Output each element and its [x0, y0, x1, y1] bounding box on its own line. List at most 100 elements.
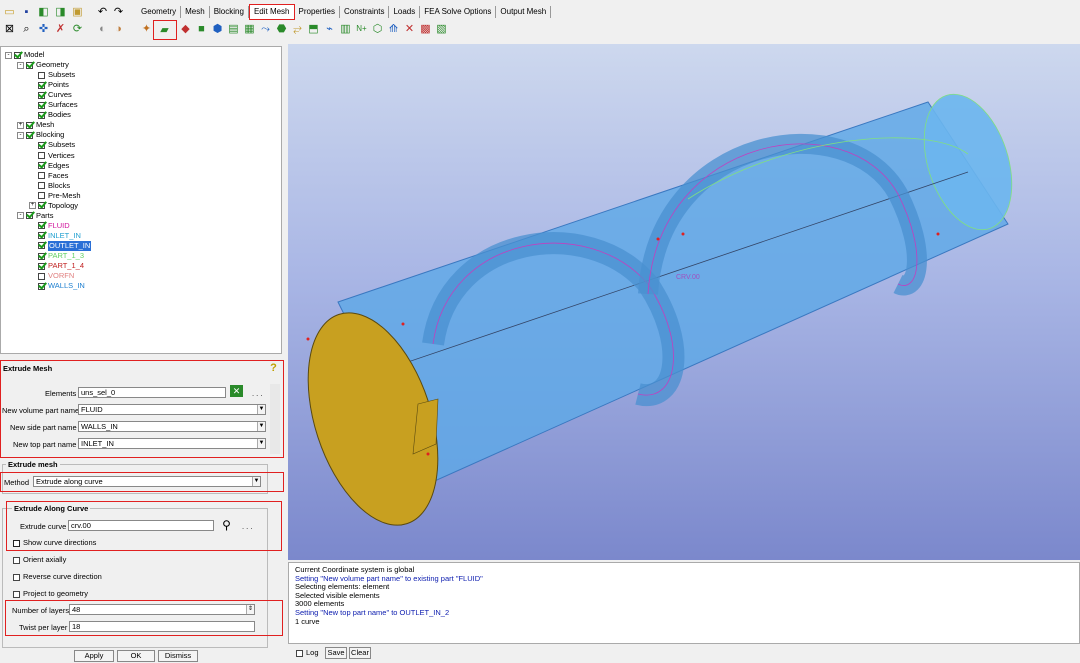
convert-icon[interactable]: ⬢	[210, 22, 225, 36]
renumber-icon[interactable]: ⬣	[274, 22, 289, 36]
tree-item[interactable]: Surfaces	[29, 100, 78, 110]
checkbox[interactable]	[38, 71, 45, 79]
redo-icon[interactable]: ↷	[111, 5, 126, 19]
checkbox[interactable]	[13, 573, 20, 581]
checkbox-checked[interactable]	[38, 111, 45, 119]
tree-item[interactable]: Subsets	[29, 140, 75, 150]
checkbox-checked[interactable]	[26, 212, 33, 220]
reorient-icon[interactable]: ▥	[338, 22, 353, 36]
checkbox-checked[interactable]	[38, 162, 45, 170]
elements-field[interactable]: uns_sel_0	[78, 387, 226, 398]
chevron-down-icon[interactable]: ▼	[252, 477, 260, 486]
tree-item[interactable]: - Blocking	[17, 130, 64, 140]
checkbox-checked[interactable]	[38, 222, 45, 230]
tab-loads[interactable]: Loads	[389, 6, 421, 18]
checkbox-checked[interactable]	[38, 282, 45, 290]
tab-properties[interactable]: Properties	[295, 6, 340, 18]
tree-item[interactable]: PART_1_3	[29, 251, 84, 261]
log-check[interactable]: Log	[296, 648, 319, 658]
select-icon[interactable]: ✗	[53, 22, 68, 36]
checkbox-checked[interactable]	[38, 242, 45, 250]
collapse-icon[interactable]: -	[17, 61, 24, 69]
checkbox-checked[interactable]	[38, 232, 45, 240]
checkbox[interactable]	[38, 172, 45, 180]
message-log[interactable]: Current Coordinate system is global Setti…	[288, 562, 1080, 644]
repair-icon[interactable]: ◆	[178, 22, 193, 36]
tree-item[interactable]: - Parts	[17, 211, 54, 221]
show-directions-check[interactable]: Show curve directions	[13, 538, 96, 548]
render-icon[interactable]: ◑	[111, 22, 126, 36]
partition-icon[interactable]: ⬡	[370, 22, 385, 36]
save-log-button[interactable]: Save	[325, 647, 347, 659]
apply-button[interactable]: Apply	[74, 650, 114, 662]
collapse-icon[interactable]: -	[5, 51, 12, 59]
volume-part-field[interactable]: FLUID ▼	[78, 404, 266, 415]
curve-field[interactable]: crv.00	[68, 520, 214, 531]
tab-mesh[interactable]: Mesh	[181, 6, 210, 18]
checkbox-checked[interactable]	[14, 51, 21, 59]
layers-field[interactable]: 48 ⇕	[69, 604, 255, 615]
tree-item[interactable]: INLET_IN	[29, 231, 81, 241]
checkbox-checked[interactable]	[38, 101, 45, 109]
undo-icon[interactable]: ↶	[95, 5, 110, 19]
checkbox-checked[interactable]	[38, 202, 45, 210]
top-part-field[interactable]: INLET_IN ▼	[78, 438, 266, 449]
tree-item[interactable]: VORFN	[29, 271, 74, 281]
tree-item[interactable]: - Model	[5, 50, 44, 60]
tree-item[interactable]: Points	[29, 80, 69, 90]
collapse-icon[interactable]: -	[17, 212, 24, 220]
checkbox-checked[interactable]	[38, 81, 45, 89]
checkbox[interactable]	[296, 649, 303, 657]
orient-axially-check[interactable]: Orient axially	[13, 555, 66, 565]
tree-item[interactable]: Vertices	[29, 151, 75, 161]
checkbox[interactable]	[38, 272, 45, 280]
project-geometry-check[interactable]: Project to geometry	[13, 589, 88, 599]
checkbox-checked[interactable]	[26, 121, 33, 129]
chevron-down-icon[interactable]: ▼	[257, 439, 265, 448]
delete-icon[interactable]: ⌁	[322, 22, 337, 36]
ok-button[interactable]: OK	[117, 650, 155, 662]
panel-scrollbar[interactable]	[270, 384, 280, 454]
select-curve-icon[interactable]: ⚲	[219, 518, 234, 532]
merge-icon[interactable]: ⥂	[290, 22, 305, 36]
smooth-icon[interactable]: ■	[194, 22, 209, 36]
tab-edit-mesh[interactable]: Edit Mesh	[248, 4, 295, 20]
chevron-down-icon[interactable]: ▼	[257, 422, 265, 431]
check-mesh-icon[interactable]: ✦	[139, 22, 154, 36]
shade-icon[interactable]: ◐	[95, 22, 110, 36]
tab-blocking[interactable]: Blocking	[210, 6, 249, 18]
checkbox-checked[interactable]	[38, 91, 45, 99]
tab-fea-solve-options[interactable]: FEA Solve Options	[420, 6, 497, 18]
checkbox-checked[interactable]	[38, 252, 45, 260]
refresh-icon[interactable]: ⟳	[70, 22, 85, 36]
checkbox[interactable]	[38, 192, 45, 200]
tree-item[interactable]: Subsets	[29, 70, 75, 80]
tree-item[interactable]: Pre-Mesh	[29, 191, 81, 201]
checkbox-checked[interactable]	[13, 539, 20, 547]
clear-log-button[interactable]: Clear	[349, 647, 371, 659]
folder-icon[interactable]: ▣	[70, 5, 85, 19]
import-icon[interactable]: ◧	[36, 5, 51, 19]
side-part-field[interactable]: WALLS_IN ▼	[78, 421, 266, 432]
checkbox-checked[interactable]	[26, 131, 33, 139]
tree-item[interactable]: Blocks	[29, 181, 70, 191]
checkbox-checked[interactable]	[38, 141, 45, 149]
fit-icon[interactable]: ⊠	[2, 22, 17, 36]
mirror-icon[interactable]: ⟰	[386, 22, 401, 36]
checkbox[interactable]	[38, 152, 45, 159]
split-icon[interactable]: ⬒	[306, 22, 321, 36]
checkbox[interactable]	[38, 182, 45, 190]
tree-item[interactable]: + Mesh	[17, 120, 54, 130]
reverse-direction-check[interactable]: Reverse curve direction	[13, 572, 102, 582]
method-select[interactable]: Extrude along curve ▼	[33, 476, 261, 487]
tab-geometry[interactable]: Geometry	[137, 6, 182, 18]
spinner-icon[interactable]: ⇕	[246, 605, 254, 614]
graphics-viewport[interactable]: CRV.00	[288, 44, 1080, 560]
expand-icon[interactable]: +	[17, 121, 24, 129]
dismiss-button[interactable]: Dismiss	[158, 650, 198, 662]
reset-icon[interactable]: ▩	[418, 22, 433, 36]
extrude-mesh-icon[interactable]: ▰	[157, 23, 172, 37]
measure-icon[interactable]: ✜	[36, 22, 51, 36]
tree-item[interactable]: - Geometry	[17, 60, 69, 70]
select-elements-icon[interactable]: ✕	[230, 385, 243, 397]
